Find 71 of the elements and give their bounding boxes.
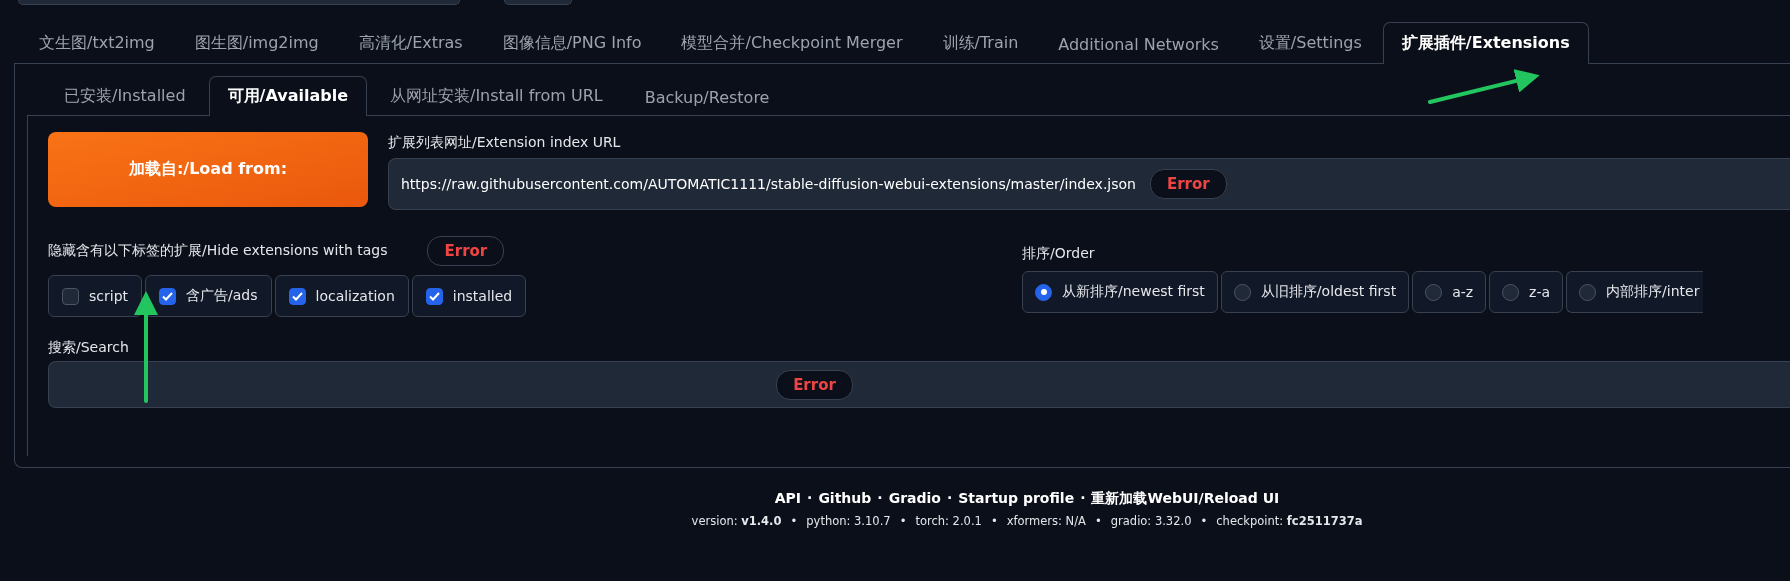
checkbox-label: 含广告/ads	[186, 287, 258, 305]
version-info: checkpoint: fc2511737a	[1216, 514, 1363, 528]
tab[interactable]: 可用/Available	[208, 76, 367, 116]
radio-button[interactable]	[1579, 283, 1597, 301]
tab[interactable]: 设置/Settings	[1239, 22, 1381, 64]
tab[interactable]: 从网址安装/Install from URL	[371, 76, 622, 116]
tab[interactable]: 扩展插件/Extensions	[1382, 22, 1589, 64]
separator-dot: •	[899, 514, 907, 528]
order-radio[interactable]: a-z	[1412, 271, 1487, 313]
tag-checkbox[interactable]: localization	[274, 275, 409, 317]
tab[interactable]: 高清化/Extras	[339, 22, 482, 64]
url-input-field[interactable]: https://raw.githubusercontent.com/AUTOMATIC1111/stable-diffusion-webui-extensions/master/index.json Error	[388, 158, 1790, 210]
error-badge: Error	[776, 369, 853, 400]
tag-checkbox[interactable]: installed	[411, 275, 527, 317]
tab[interactable]: 模型合并/Checkpoint Merger	[662, 22, 922, 64]
tab[interactable]: Backup/Restore	[625, 78, 789, 116]
order-radio[interactable]: z-a	[1489, 271, 1564, 313]
field-label: 搜索/Search	[48, 339, 130, 357]
radio-label: 内部排序/inter	[1606, 283, 1700, 301]
field-label: 隐藏含有以下标签的扩展/Hide extensions with tags	[48, 242, 388, 260]
footer-link[interactable]: Github	[818, 490, 872, 508]
tab[interactable]: 训练/Train	[923, 22, 1038, 64]
footer-link[interactable]: 重新加载WebUI/Reload UI	[1091, 490, 1280, 508]
radio-label: 从旧排序/oldest first	[1260, 283, 1397, 301]
tab[interactable]: 文生图/txt2img	[20, 22, 174, 64]
version-info: python: 3.10.7	[806, 514, 891, 528]
checkmark-icon	[291, 291, 303, 301]
tab[interactable]: Additional Networks	[1039, 24, 1238, 64]
error-badge: Error	[427, 236, 505, 266]
checkbox[interactable]	[62, 287, 79, 305]
footer-link[interactable]: Gradio	[888, 490, 941, 508]
version-info: gradio: 3.32.0	[1110, 514, 1192, 528]
error-badge: Error	[1149, 169, 1227, 199]
version-info: version: v1.4.0	[691, 514, 782, 528]
tab[interactable]: 图像信息/PNG Info	[483, 22, 661, 64]
tag-checkbox[interactable]: script	[48, 275, 142, 317]
checkbox[interactable]	[425, 287, 443, 305]
radio-label: a-z	[1452, 284, 1474, 300]
radio-button[interactable]	[1233, 283, 1251, 301]
radio-label: z-a	[1529, 284, 1551, 300]
checkmark-icon	[162, 291, 173, 301]
checkmark-icon	[428, 291, 440, 301]
radio-button[interactable]	[1035, 283, 1052, 301]
version-info: xformers: N/A	[1006, 514, 1086, 528]
search-field[interactable]: Error	[48, 361, 1790, 408]
separator-dot: ·	[877, 490, 883, 508]
radio-label: 从新排序/newest first	[1062, 283, 1205, 301]
separator-dot: ·	[807, 490, 813, 508]
version-info: torch: 2.0.1	[915, 514, 982, 528]
separator-dot: ·	[946, 490, 953, 508]
tab[interactable]: 图生图/img2img	[175, 22, 338, 64]
separator-dot: •	[1200, 514, 1208, 528]
tag-checkbox[interactable]: 含广告/ads	[145, 275, 272, 317]
separator-dot: •	[990, 514, 998, 528]
checkbox[interactable]	[159, 287, 176, 305]
order-radio[interactable]: 从旧排序/oldest first	[1220, 271, 1410, 313]
radio-button[interactable]	[1502, 283, 1520, 301]
footer-link[interactable]: API	[774, 490, 802, 508]
field-label: 扩展列表网址/Extension index URL	[388, 134, 622, 152]
separator-dot: •	[1094, 514, 1102, 528]
order-radio[interactable]: 从新排序/newest first	[1022, 271, 1218, 313]
field-label: 排序/Order	[1022, 244, 1096, 263]
checkbox-label: script	[89, 288, 128, 304]
checkbox-label: installed	[452, 288, 513, 304]
footer-link[interactable]: Startup profile	[958, 490, 1075, 508]
separator-dot: ·	[1080, 490, 1086, 508]
checkbox[interactable]	[288, 287, 306, 305]
checkbox-label: localization	[315, 288, 395, 304]
tab[interactable]: 已安装/Installed	[45, 76, 205, 116]
radio-button[interactable]	[1425, 283, 1443, 301]
separator-dot: •	[790, 514, 798, 528]
